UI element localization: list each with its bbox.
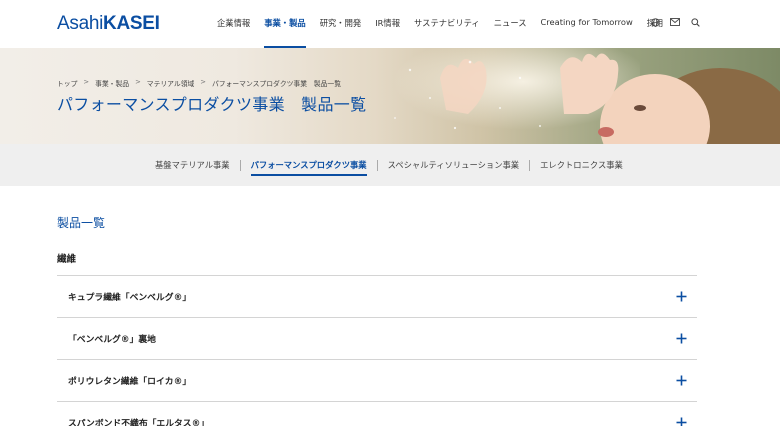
plus-icon[interactable] [676, 417, 687, 426]
page-title: パフォーマンスプロダクツ事業 製品一覧 [57, 95, 367, 114]
section-title: 製品一覧 [57, 216, 106, 230]
nav-item-business-products[interactable]: 事業・製品 [257, 0, 313, 48]
plus-icon[interactable] [676, 375, 687, 386]
site-header: AsahiKASEI 企業情報 事業・製品 研究・開発 IR情報 サステナビリテ… [0, 0, 780, 48]
subnav-item-basic-materials[interactable]: 基盤マテリアル事業 [145, 144, 240, 186]
subnav-item-specialty-solutions[interactable]: スペシャルティソリューション事業 [378, 144, 530, 186]
search-icon[interactable] [690, 16, 700, 28]
header-utility-icons [650, 16, 700, 28]
asahi-kasei-logo[interactable]: AsahiKASEI [57, 13, 160, 35]
accordion-label: スパンボンド不織布「エルタス®」 [68, 419, 210, 426]
mail-icon[interactable] [670, 16, 680, 28]
plus-icon[interactable] [676, 333, 687, 344]
accordion-label: ポリウレタン繊維「ロイカ®」 [68, 377, 192, 387]
category-heading: 繊維 [57, 254, 77, 265]
breadcrumb-separator: > [200, 78, 206, 86]
logo-text-light: Asahi [57, 13, 104, 34]
subnav-item-performance-products[interactable]: パフォーマンスプロダクツ事業 [241, 144, 377, 186]
accordion-label: キュプラ繊維「ベンベルグ®」 [68, 293, 192, 303]
accordion-row-eltas[interactable]: スパンボンド不織布「エルタス®」 [57, 402, 697, 426]
breadcrumb-item-top[interactable]: トップ [57, 78, 77, 88]
breadcrumb-separator: > [83, 78, 90, 86]
subnav-item-electronics[interactable]: エレクトロニクス事業 [530, 144, 633, 186]
nav-item-news[interactable]: ニュース [487, 0, 534, 48]
global-nav: 企業情報 事業・製品 研究・開発 IR情報 サステナビリティ ニュース Crea… [210, 0, 670, 48]
accordion-row-bemberg-fiber[interactable]: キュプラ繊維「ベンベルグ®」 [57, 276, 697, 318]
breadcrumb-item-material[interactable]: マテリアル領域 [147, 78, 195, 88]
nav-item-ir[interactable]: IR情報 [368, 0, 407, 48]
logo-text-bold: KASEI [103, 13, 160, 34]
business-subnav: 基盤マテリアル事業 パフォーマンスプロダクツ事業 スペシャルティソリューション事… [0, 144, 780, 186]
breadcrumb-separator: > [135, 78, 141, 86]
accordion-row-roica[interactable]: ポリウレタン繊維「ロイカ®」 [57, 360, 697, 402]
plus-icon[interactable] [676, 291, 687, 302]
nav-item-sustainability[interactable]: サステナビリティ [407, 0, 487, 48]
breadcrumb-item-business-products[interactable]: 事業・製品 [95, 78, 129, 88]
product-accordion-list: キュプラ繊維「ベンベルグ®」 「ベンベルグ®」裏地 ポリウレタン繊維「ロイカ®」… [57, 275, 697, 426]
accordion-row-bemberg-lining[interactable]: 「ベンベルグ®」裏地 [57, 318, 697, 360]
hero-banner: トップ > 事業・製品 > マテリアル領域 > パフォーマンスプロダクツ事業 製… [0, 48, 780, 144]
nav-item-corporate[interactable]: 企業情報 [210, 0, 257, 48]
globe-icon[interactable] [650, 16, 660, 28]
accordion-label: 「ベンベルグ®」裏地 [68, 335, 156, 345]
breadcrumb: トップ > 事業・製品 > マテリアル領域 > パフォーマンスプロダクツ事業 製… [57, 78, 347, 88]
breadcrumb-item-current: パフォーマンスプロダクツ事業 製品一覧 [212, 80, 342, 88]
nav-item-research[interactable]: 研究・開発 [313, 0, 369, 48]
nav-item-creating-for-tomorrow[interactable]: Creating for Tomorrow [534, 0, 640, 48]
